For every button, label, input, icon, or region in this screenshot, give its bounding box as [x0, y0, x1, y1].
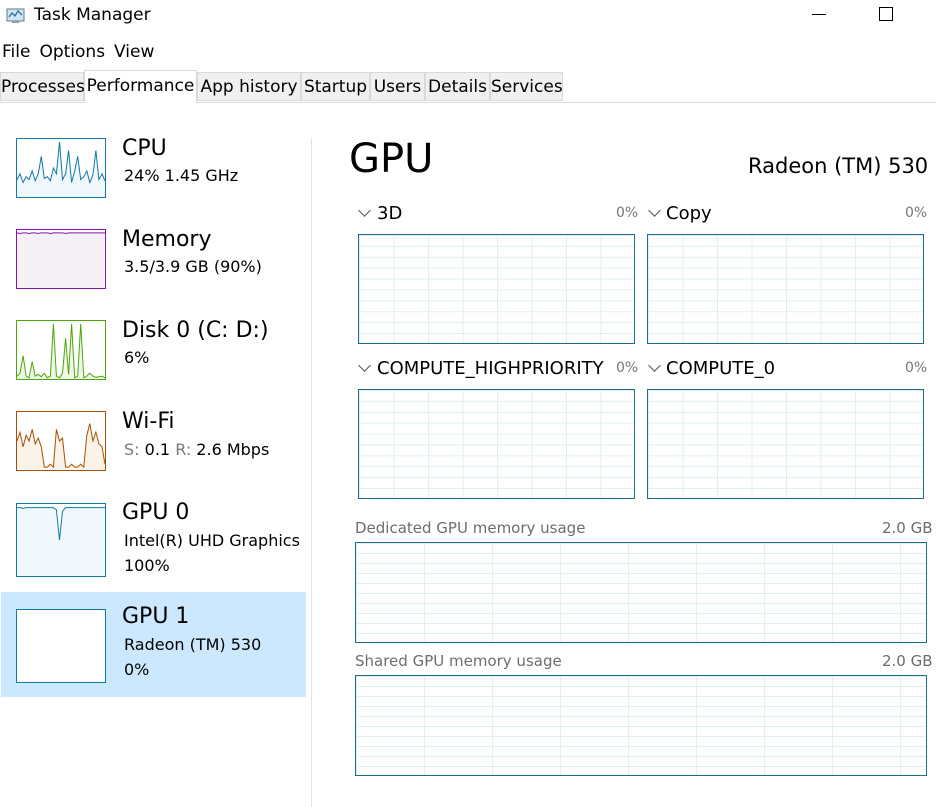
dedicated-memory-graph	[355, 542, 927, 643]
engine-graph-copy	[647, 234, 924, 344]
engine-percent: 0%	[905, 360, 928, 376]
engine-percent: 0%	[616, 205, 639, 221]
sidebar-item-usage: 0%	[124, 660, 150, 679]
sidebar-item-name: Memory	[122, 227, 212, 252]
engine-selector-3d[interactable]: 3D	[377, 203, 402, 224]
menu-file[interactable]: File	[0, 40, 35, 66]
sparkline-line	[17, 323, 105, 379]
tab-details[interactable]: Details	[425, 72, 490, 101]
minimize-icon	[812, 13, 826, 15]
engine-graph-compute-highpriority	[358, 389, 635, 499]
sidebar-item-disk[interactable]: Disk 0 (C: D:) 6%	[1, 314, 306, 396]
sidebar-item-name: Wi-Fi	[122, 409, 175, 434]
engine-graph-compute-0	[647, 389, 924, 499]
sparkline	[17, 141, 105, 197]
send-label: S:	[124, 440, 140, 459]
minimize-button[interactable]	[796, 0, 842, 30]
sidebar-item-detail: S: 0.1 R: 2.6 Mbps	[124, 440, 269, 459]
sidebar-item-name: Disk 0 (C: D:)	[122, 318, 269, 343]
tab-services[interactable]: Services	[490, 72, 563, 101]
sparkline-fill	[17, 141, 105, 197]
chevron-down-icon[interactable]	[358, 359, 371, 372]
tab-bar: Processes Performance App history Startu…	[0, 70, 936, 103]
sparkline	[17, 507, 105, 576]
sidebar-item-cpu[interactable]: CPU 24% 1.45 GHz	[1, 132, 306, 214]
send-value: 0.1	[144, 440, 171, 459]
shared-memory-label: Shared GPU memory usage	[355, 652, 562, 670]
chevron-down-icon[interactable]	[648, 204, 661, 217]
tab-app-history[interactable]: App history	[197, 72, 301, 101]
sidebar-item-name: CPU	[122, 136, 167, 161]
sidebar-item-gpu1[interactable]: GPU 1 Radeon (TM) 530 0%	[1, 592, 306, 697]
sidebar-divider	[311, 138, 312, 807]
sidebar-item-detail: 24% 1.45 GHz	[124, 166, 239, 185]
sidebar-item-detail: 6%	[124, 348, 150, 367]
dedicated-memory-value: 2.0 GB	[882, 519, 933, 537]
cpu-thumbnail-graph	[16, 138, 106, 198]
sparkline-fill	[17, 232, 105, 288]
tab-performance[interactable]: Performance	[84, 70, 197, 103]
gpu0-thumbnail-graph	[16, 503, 106, 577]
memory-thumbnail-graph	[16, 229, 106, 289]
page-title: GPU	[349, 136, 434, 182]
engine-graph-3d	[358, 234, 635, 344]
tab-users[interactable]: Users	[370, 72, 425, 101]
dedicated-memory-label: Dedicated GPU memory usage	[355, 519, 586, 537]
sidebar-item-detail: Radeon (TM) 530	[124, 635, 262, 654]
sparkline-fill	[17, 423, 105, 470]
tab-startup[interactable]: Startup	[301, 72, 370, 101]
engine-selector-copy[interactable]: Copy	[666, 203, 712, 224]
receive-label: R:	[175, 440, 192, 459]
sidebar-item-detail: Intel(R) UHD Graphics 620	[124, 531, 306, 550]
chevron-down-icon[interactable]	[648, 359, 661, 372]
tab-processes[interactable]: Processes	[0, 72, 85, 101]
engine-percent: 0%	[616, 360, 639, 376]
sidebar-item-name: GPU 0	[122, 500, 190, 525]
chevron-down-icon[interactable]	[358, 204, 371, 217]
gpu-device-name: Radeon (TM) 530	[748, 154, 929, 178]
menu-options[interactable]: Options	[37, 40, 110, 66]
sparkline	[17, 323, 105, 379]
sidebar-item-memory[interactable]: Memory 3.5/3.9 GB (90%)	[1, 223, 306, 305]
menu-bar: File Options View	[0, 40, 161, 66]
sidebar-item-wifi[interactable]: Wi-Fi S: 0.1 R: 2.6 Mbps	[1, 405, 306, 487]
task-manager-icon	[6, 8, 25, 23]
shared-memory-graph	[355, 675, 927, 776]
sparkline	[17, 232, 105, 288]
maximize-icon	[879, 7, 893, 21]
maximize-button[interactable]	[863, 0, 909, 30]
window-title: Task Manager	[34, 5, 151, 25]
wifi-thumbnail-graph	[16, 411, 106, 471]
receive-value: 2.6 Mbps	[196, 440, 270, 459]
sparkline-fill	[17, 507, 105, 576]
engine-selector-compute-0[interactable]: COMPUTE_0	[666, 358, 775, 379]
engine-percent: 0%	[905, 205, 928, 221]
sidebar-item-detail: 3.5/3.9 GB (90%)	[124, 257, 262, 276]
shared-memory-value: 2.0 GB	[882, 652, 933, 670]
disk-thumbnail-graph	[16, 320, 106, 380]
engine-selector-compute-highpriority[interactable]: COMPUTE_HIGHPRIORITY	[377, 358, 604, 379]
sidebar-item-gpu0[interactable]: GPU 0 Intel(R) UHD Graphics 620 100%	[1, 496, 306, 590]
menu-view[interactable]: View	[112, 40, 159, 66]
sparkline	[17, 423, 105, 470]
sidebar-item-name: GPU 1	[122, 604, 190, 629]
sparkline	[17, 610, 105, 682]
sidebar-item-usage: 100%	[124, 556, 170, 575]
gpu1-thumbnail-graph	[16, 609, 106, 683]
title-bar: Task Manager	[0, 0, 936, 32]
